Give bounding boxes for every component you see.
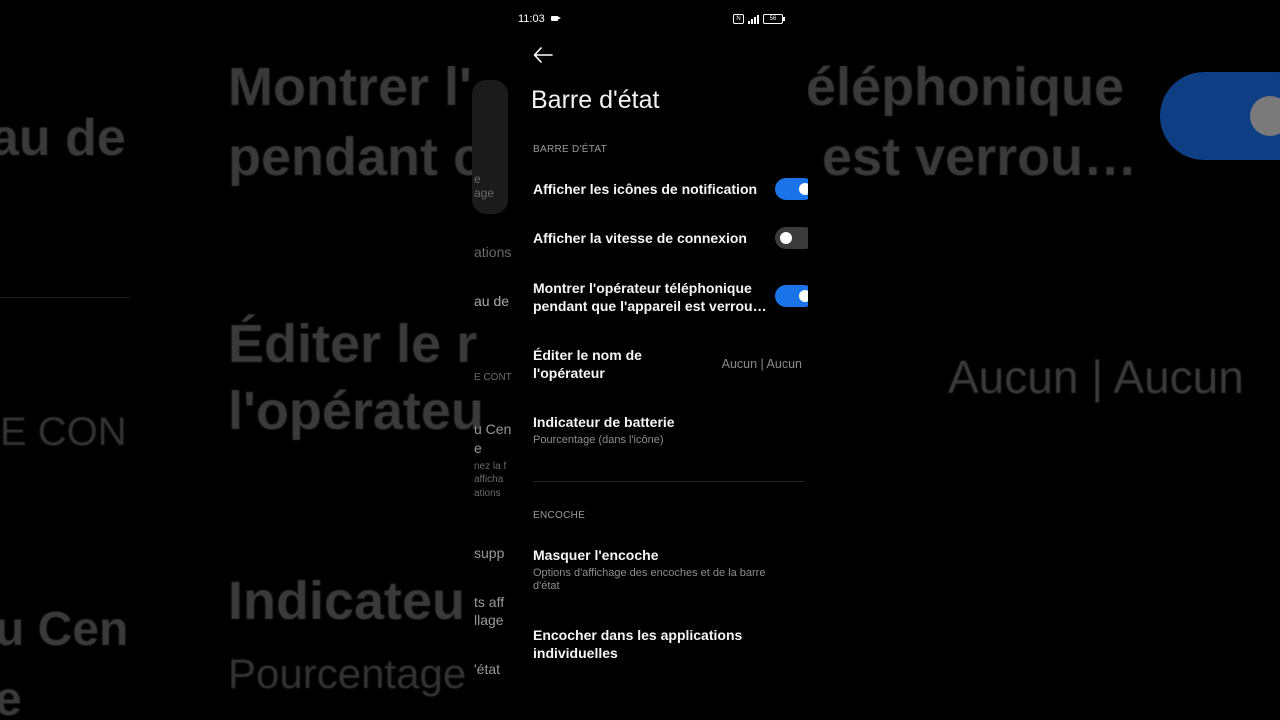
bg-text: ts aff: [474, 594, 505, 610]
bg-text: e: [474, 440, 482, 456]
section-header-status-bar: BARRE D'ÉTAT: [533, 144, 608, 155]
bg-text: u Cen: [474, 421, 512, 437]
toggle-knob: [799, 290, 808, 302]
bg-text: e: [474, 172, 481, 186]
battery-icon: 56: [763, 14, 785, 24]
bg-text: supp: [474, 545, 505, 561]
setting-connection-speed[interactable]: Afficher la vitesse de connexion: [533, 229, 808, 247]
bg-text: au de: [0, 109, 126, 167]
section-header-notch: ENCOCHE: [533, 510, 586, 521]
bg-text: ations: [474, 244, 512, 260]
bg-divider: [0, 297, 130, 298]
bg-text: E CONT: [474, 372, 512, 383]
signal-icon: [748, 14, 759, 24]
setting-hide-notch[interactable]: Masquer l'encoche Options d'affichage de…: [533, 546, 783, 593]
video-recording-icon: [551, 16, 561, 21]
section-divider: [533, 481, 805, 482]
bg-text: ations: [474, 488, 501, 499]
bg-text: E CON: [0, 410, 127, 454]
setting-label: Masquer l'encoche: [533, 547, 659, 563]
setting-label: Encocher dans les applications individue…: [533, 627, 743, 661]
bg-text: Aucun | Aucun: [948, 351, 1244, 403]
status-time: 11:03: [518, 13, 545, 25]
setting-label: Afficher la vitesse de connexion: [533, 230, 747, 246]
setting-notification-icons[interactable]: Afficher les icônes de notification: [533, 180, 808, 198]
setting-label: Indicateur de batterie: [533, 414, 675, 430]
carrier-name-value: Aucun | Aucun: [721, 357, 802, 371]
setting-edit-carrier-name[interactable]: Éditer le nom de l'opérateur Aucun | Auc…: [533, 346, 808, 386]
bg-text: éléphonique: [806, 57, 1125, 117]
bg-text: nez la f: [474, 461, 507, 472]
bg-text: l'opérateu: [228, 381, 484, 441]
bg-text: Montrer l': [228, 57, 472, 117]
bg-text: au de: [474, 293, 510, 309]
setting-description: Options d'affichage des encoches et de l…: [533, 567, 766, 592]
bg-text: 'état: [474, 661, 501, 677]
bg-text: u Cen: [0, 603, 129, 656]
bg-text: afficha: [474, 474, 504, 485]
toggle-knob: [799, 183, 808, 195]
bg-text: est verrou…: [822, 127, 1138, 187]
bg-text: llage: [474, 612, 504, 628]
back-arrow-icon[interactable]: [533, 46, 553, 64]
setting-label: Montrer l'opérateur téléphonique pendant…: [533, 280, 767, 314]
setting-label: Afficher les icônes de notification: [533, 181, 758, 197]
status-bar: 11:03 N 56: [513, 10, 808, 30]
toggle-knob: [780, 232, 792, 244]
connection-speed-toggle[interactable]: [775, 227, 808, 249]
notification-icons-toggle[interactable]: [775, 178, 808, 200]
bg-text: e: [0, 673, 22, 720]
setting-label: Éditer le nom de l'opérateur: [533, 347, 642, 381]
bg-text: Indicateu: [228, 571, 466, 631]
nfc-icon: N: [733, 14, 744, 24]
carrier-name-toggle[interactable]: [775, 285, 808, 307]
bg-text: Éditer le r: [228, 314, 478, 374]
phone-screen: 11:03 N 56 Barre d'état BARRE D'ÉTAT Aff…: [513, 0, 808, 720]
setting-notch-per-app[interactable]: Encocher dans les applications individue…: [533, 626, 773, 662]
setting-carrier-name-locked[interactable]: Montrer l'opérateur téléphonique pendant…: [533, 279, 773, 315]
page-title: Barre d'état: [531, 86, 660, 114]
setting-description: Pourcentage (dans l'icône): [533, 434, 664, 446]
bg-text: age: [474, 186, 495, 200]
setting-battery-indicator[interactable]: Indicateur de batterie Pourcentage (dans…: [533, 413, 808, 447]
bg-text: Pourcentage: [228, 650, 467, 697]
bg-text: pendant c: [228, 127, 484, 187]
